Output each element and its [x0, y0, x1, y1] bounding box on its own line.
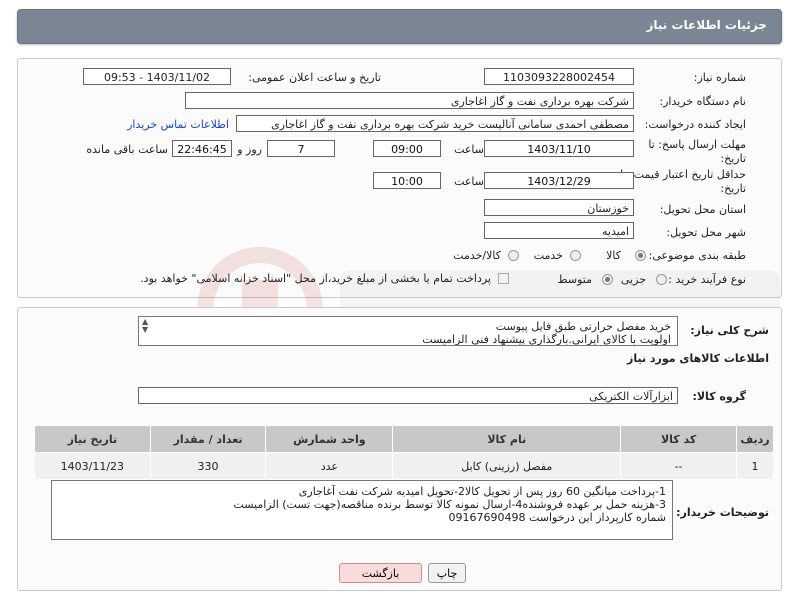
city-field: امیدیه	[484, 222, 634, 239]
process-medium-radio[interactable]	[602, 274, 613, 285]
process-minor-label: جزیی	[620, 273, 646, 286]
scroll-updown-icon[interactable]: ▲ ▼	[142, 318, 148, 334]
quantity-cell: 330	[149, 452, 267, 480]
price-validity-date-label: تاریخ:	[720, 182, 746, 195]
buyer-notes-line: 3-هزینه حمل بر عهده فروشنده4-ارسال نمونه…	[233, 498, 666, 511]
col-row: ردیف	[735, 425, 775, 453]
row-number-cell: 1	[735, 452, 775, 480]
general-description-line: خرید مفصل حرارتی طبق فایل پیوست	[495, 320, 671, 333]
reply-deadline-remaining-field: 22:46:45	[172, 140, 232, 157]
need-date-cell: 1403/11/23	[34, 452, 151, 480]
reply-deadline-time-field: 09:00	[373, 140, 441, 157]
col-code: کد کالا	[620, 425, 737, 453]
category-goods-radio[interactable]	[635, 250, 646, 261]
price-validity-time-field: 10:00	[373, 172, 441, 189]
general-description-line: اولویت با کالای ایرانی.بارگذاری پیشنهاد …	[422, 333, 671, 346]
announce-datetime-label: تاریخ و ساعت اعلان عمومی:	[248, 71, 381, 84]
reply-deadline-date-field: 1403/11/10	[484, 140, 634, 157]
page-title: جزئیات اطلاعات نیاز	[646, 18, 767, 32]
price-validity-time-label: ساعت	[454, 175, 484, 188]
requester-field: مصطفی احمدی سامانی آنالیست خرید شرکت بهر…	[236, 115, 634, 132]
buyer-contact-link[interactable]: اطلاعات تماس خریدار	[127, 118, 229, 131]
unit-cell: عدد	[265, 452, 394, 480]
category-goods-service-label: کالا/خدمت	[453, 249, 501, 262]
reply-deadline-label: مهلت ارسال پاسخ: تا	[648, 138, 746, 151]
category-goods-label: کالا	[606, 249, 621, 262]
goods-info-title: اطلاعات کالاهای مورد نیاز	[627, 352, 769, 365]
buyer-notes-label: توضیحات خریدار:	[676, 506, 769, 519]
page-header: جزئیات اطلاعات نیاز	[17, 9, 782, 44]
need-number-field: 1103093228002454	[484, 68, 634, 85]
province-field: خوزستان	[484, 199, 634, 216]
goods-name-cell: مفصل (رزینی) کابل	[392, 452, 622, 480]
purchase-process-label: نوع فرآیند خرید :	[668, 273, 746, 286]
buyer-notes-line: شماره کارپرداز این درخواست 09167690498	[448, 511, 666, 524]
process-minor-radio[interactable]	[656, 274, 667, 285]
buyer-notes-line: 1-پرداخت میانگین 60 روز پس از تحویل کالا…	[298, 485, 666, 498]
category-service-radio[interactable]	[570, 250, 581, 261]
announce-datetime-field: 1403/11/02 - 09:53	[83, 68, 231, 85]
reply-deadline-days-field: 7	[267, 140, 335, 157]
category-service-label: خدمت	[533, 249, 563, 262]
goods-group-label: گروه کالا:	[692, 390, 746, 403]
goods-table-header-row: ردیف کد کالا نام کالا واحد شمارش تعداد /…	[34, 425, 775, 453]
col-name: نام کالا	[392, 425, 622, 453]
reply-deadline-date-label: تاریخ:	[720, 152, 746, 165]
general-description-box[interactable]: خرید مفصل حرارتی طبق فایل پیوست اولویت ب…	[138, 316, 678, 346]
need-number-label: شماره نیاز:	[693, 71, 746, 84]
col-quantity: تعداد / مقدار	[149, 425, 267, 453]
back-button[interactable]: بازگشت	[339, 563, 422, 583]
buyer-org-label: نام دستگاه خریدار:	[659, 95, 746, 108]
table-row: 1 -- مفصل (رزینی) کابل عدد 330 1403/11/2…	[34, 452, 775, 480]
price-validity-date-field: 1403/12/29	[484, 172, 634, 189]
process-medium-label: متوسط	[557, 273, 592, 286]
buyer-notes-box[interactable]: 1-پرداخت میانگین 60 روز پس از تحویل کالا…	[51, 480, 673, 540]
goods-group-field: ابزارآلات الکتریکی	[138, 387, 678, 404]
province-label: استان محل تحویل:	[659, 203, 746, 216]
goods-code-cell: --	[620, 452, 737, 480]
buyer-org-field: شرکت بهره برداری نفت و گاز اغاجاری	[185, 92, 634, 109]
col-need-date: تاریخ نیاز	[34, 425, 151, 453]
price-validity-label: حداقل تاریخ اعتبار قیمت: تا	[620, 168, 746, 181]
general-description-label: شرح کلی نیاز:	[690, 324, 769, 337]
treasury-payment-checkbox[interactable]	[498, 273, 509, 284]
city-label: شهر محل تحویل:	[666, 226, 746, 239]
print-button[interactable]: چاپ	[428, 563, 466, 583]
requester-label: ایجاد کننده درخواست:	[644, 118, 746, 131]
goods-table: ردیف کد کالا نام کالا واحد شمارش تعداد /…	[34, 425, 775, 480]
col-unit: واحد شمارش	[265, 425, 394, 453]
reply-deadline-remaining-label: ساعت باقی مانده	[86, 143, 168, 156]
category-goods-service-radio[interactable]	[508, 250, 519, 261]
reply-deadline-time-label: ساعت	[454, 143, 484, 156]
reply-deadline-days-label: روز و	[237, 143, 262, 156]
category-label: طبقه بندی موضوعی:	[648, 249, 746, 262]
treasury-payment-note: پرداخت تمام یا بخشی از مبلغ خرید،از محل …	[140, 272, 491, 285]
